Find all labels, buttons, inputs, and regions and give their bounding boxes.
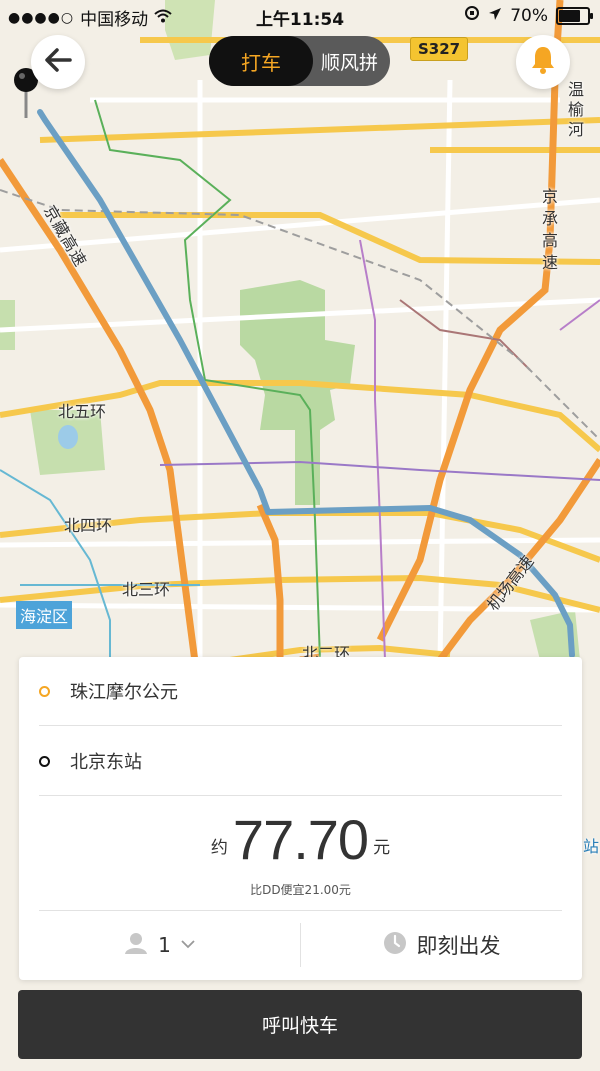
lock-rotation-icon <box>464 5 480 26</box>
label-ring-3: 北三环 <box>122 580 171 599</box>
label-station-partial: 站 <box>583 837 600 856</box>
chevron-down-icon <box>181 937 195 953</box>
departure-label: 即刻出发 <box>416 934 501 958</box>
divider <box>39 725 562 726</box>
call-express-button[interactable]: 呼叫快车 <box>18 990 582 1059</box>
notification-button[interactable] <box>516 35 570 89</box>
ride-mode-switch: 打车 顺风拼 <box>209 36 390 86</box>
tab-carpool[interactable]: 顺风拼 <box>313 48 390 75</box>
back-button[interactable] <box>31 35 85 89</box>
divider <box>39 795 562 796</box>
trip-card: 珠江摩尔公元 北京东站 约 77.70 元 比DD便宜21.00元 1 即刻出发 <box>19 657 582 980</box>
price-unit: 元 <box>373 838 391 858</box>
battery-icon <box>556 6 593 25</box>
departure-time-selector[interactable]: 即刻出发 <box>301 930 582 960</box>
destination-address: 北京东站 <box>70 752 142 773</box>
destination-row[interactable]: 北京东站 <box>19 727 582 795</box>
price-value: 77.70 <box>232 808 369 871</box>
battery-percent: 70% <box>510 5 548 26</box>
road-badge-s327: S327 <box>410 37 469 61</box>
label-ring-5: 北五环 <box>58 402 107 421</box>
label-jingcheng-expressway: 京承高速 <box>542 187 559 272</box>
origin-row[interactable]: 珠江摩尔公元 <box>19 657 582 725</box>
location-arrow-icon <box>488 6 502 26</box>
passenger-count: 1 <box>158 933 171 957</box>
passenger-selector[interactable]: 1 <box>19 932 300 958</box>
person-icon <box>124 932 148 958</box>
options-row: 1 即刻出发 <box>19 911 582 979</box>
origin-address: 珠江摩尔公元 <box>70 682 178 703</box>
origin-dot-icon <box>39 685 50 697</box>
bell-icon <box>529 45 557 79</box>
tab-taxi[interactable]: 打车 <box>209 36 313 86</box>
label-ring-4: 北四环 <box>64 516 113 535</box>
status-bar: ●●●●○ 中国移动 上午11:54 70% <box>0 0 600 32</box>
price-estimate: 约 77.70 元 <box>19 807 582 872</box>
district-haidian: 海淀区 <box>16 601 73 629</box>
destination-dot-icon <box>39 755 50 767</box>
discount-note: 比DD便宜21.00元 <box>250 883 351 897</box>
price-prefix: 约 <box>210 838 228 858</box>
back-arrow-icon <box>44 48 72 76</box>
clock-icon <box>383 931 407 959</box>
label-wenyu-river: 温榆河 <box>568 80 585 139</box>
